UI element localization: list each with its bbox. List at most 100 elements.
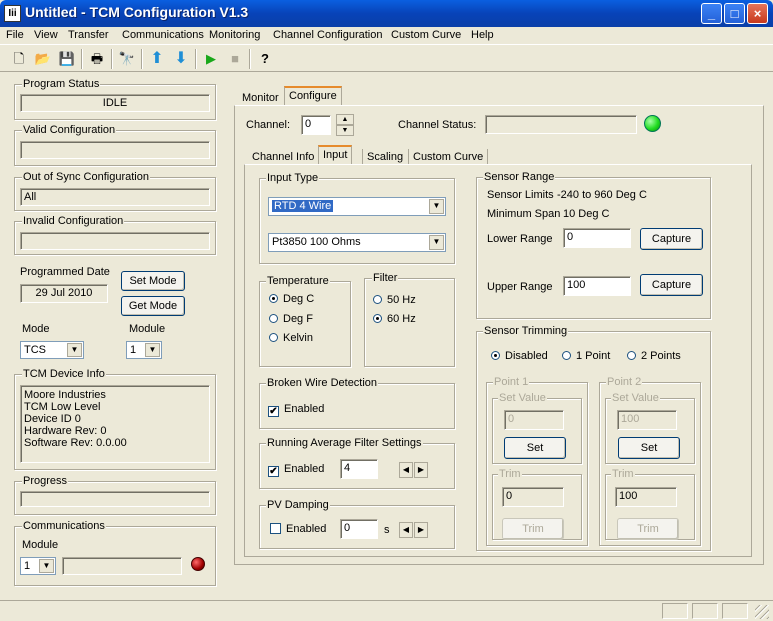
pv-damping-unit: s [384,524,390,536]
program-status-value: IDLE [20,94,210,112]
point1-set-button[interactable]: Set [504,437,566,459]
radio-dot [269,294,278,303]
rtd-curve-select[interactable]: Pt3850 100 Ohms ▼ [268,233,446,252]
running-average-checkbox[interactable]: ✔ Enabled [268,463,324,477]
minimum-span-label: Minimum Span [487,208,561,220]
window-title: Untitled - TCM Configuration V1.3 [25,4,249,20]
menu-help[interactable]: Help [471,29,494,41]
radio-60hz[interactable]: 60 Hz [373,313,416,325]
pv-damping-enabled-label: Enabled [286,523,327,535]
point2-set-button[interactable]: Set [618,437,680,459]
mode-select-value: TCS [24,344,46,356]
comm-module-label: Module [22,539,59,551]
channel-status-value [485,115,637,134]
radio-trim-1-point-label: 1 Point [576,350,611,362]
running-average-decrease[interactable]: ◀ [399,462,413,478]
new-file-icon[interactable]: 🗋 [10,50,28,68]
chevron-down-icon: ▼ [429,199,444,214]
get-mode-button[interactable]: Get Mode [121,296,185,316]
menu-communications[interactable]: Communications [122,29,204,41]
rtd-curve-value: Pt3850 100 Ohms [272,236,361,248]
valid-configuration-value [20,141,210,159]
help-icon[interactable]: ? [256,50,274,68]
progress-bar [20,491,210,507]
capture-lower-button[interactable]: Capture [640,228,703,250]
invalid-configuration-value [20,232,210,250]
radio-trim-1-point[interactable]: 1 Point [562,350,610,362]
menu-channel-configuration[interactable]: Channel Configuration [273,29,382,41]
point1-trim-button[interactable]: Trim [502,518,564,540]
point1-set-value-input[interactable]: 0 [504,410,564,430]
tab-channel-info[interactable]: Channel Info [248,149,318,165]
mode-select[interactable]: TCS ▼ [20,341,84,359]
binoculars-icon[interactable]: 🔭 [118,50,136,68]
tab-configure[interactable]: Configure [284,86,342,106]
radio-kelvin[interactable]: Kelvin [269,332,313,344]
menu-monitoring[interactable]: Monitoring [209,29,260,41]
running-average-label: Running Average Filter Settings [266,437,423,449]
upload-arrow-icon[interactable]: ⬆ [148,50,166,68]
radio-trim-disabled[interactable]: Disabled [491,350,548,362]
resize-grip[interactable] [755,605,769,619]
tab-monitor[interactable]: Monitor [238,90,283,106]
chevron-down-icon: ▼ [145,343,160,357]
module-label: Module [129,323,166,335]
broken-wire-enabled-label: Enabled [284,403,325,415]
minimize-button[interactable]: _ [701,3,722,24]
tab-input[interactable]: Input [318,145,353,165]
running-average-input[interactable]: 4 [340,459,378,479]
chevron-down-icon: ▼ [67,343,82,357]
broken-wire-label: Broken Wire Detection [266,377,379,389]
close-button[interactable]: × [747,3,768,24]
pv-damping-input[interactable]: 0 [340,519,378,539]
device-info-line: Moore Industries [24,389,106,401]
pv-damping-decrease[interactable]: ◀ [399,522,413,538]
comm-module-value: 1 [24,560,31,572]
radio-trim-2-points-label: 2 Points [641,350,681,362]
maximize-button[interactable]: □ [724,3,745,24]
radio-50hz[interactable]: 50 Hz [373,294,416,306]
radio-deg-c[interactable]: Deg C [269,293,314,305]
tab-custom-curve[interactable]: Custom Curve [408,149,489,165]
pv-damping-checkbox[interactable]: Enabled [270,523,326,535]
download-arrow-icon[interactable]: ⬇ [172,50,190,68]
device-info-line: Software Rev: 0.0.00 [24,437,127,449]
point2-trim-button[interactable]: Trim [617,518,679,540]
module-select[interactable]: 1 ▼ [126,341,162,359]
radio-dot [269,333,278,342]
play-icon[interactable]: ▶ [202,50,220,68]
channel-spin-down[interactable]: ▼ [336,125,354,136]
pv-damping-increase[interactable]: ▶ [414,522,428,538]
channel-input[interactable]: 0 [301,115,331,135]
communications-label: Communications [22,520,106,532]
radio-dot [491,351,500,360]
stop-icon[interactable]: ■ [226,50,244,68]
toolbar: 🗋 📂 💾 🖶 🔭 ⬆ ⬇ ▶ ■ ? [0,46,773,72]
save-icon[interactable]: 💾 [58,50,76,68]
running-average-increase[interactable]: ▶ [414,462,428,478]
open-folder-icon[interactable]: 📂 [34,50,52,68]
point1-trim-value: 0 [502,487,564,507]
radio-kelvin-label: Kelvin [283,332,313,344]
point2-set-value-input[interactable]: 100 [617,410,677,430]
menu-transfer[interactable]: Transfer [68,29,109,41]
broken-wire-checkbox[interactable]: ✔ Enabled [268,403,324,417]
menu-custom-curve[interactable]: Custom Curve [391,29,461,41]
radio-trim-2-points[interactable]: 2 Points [627,350,681,362]
radio-deg-f[interactable]: Deg F [269,313,313,325]
print-icon[interactable]: 🖶 [88,50,106,68]
out-of-sync-label: Out of Sync Configuration [22,171,150,183]
tab-scaling[interactable]: Scaling [362,149,407,165]
menu-view[interactable]: View [34,29,58,41]
comm-module-select[interactable]: 1 ▼ [20,557,56,575]
upper-range-input[interactable]: 100 [563,276,631,296]
set-mode-button[interactable]: Set Mode [121,271,185,291]
minimum-span-value: 10 Deg C [563,208,610,220]
sensor-type-select[interactable]: RTD 4 Wire ▼ [268,197,446,216]
menu-file[interactable]: File [6,29,24,41]
channel-spin-up[interactable]: ▲ [336,114,354,125]
lower-range-input[interactable]: 0 [563,228,631,248]
sensor-limits-value: -240 to 960 Deg C [557,189,647,201]
capture-upper-button[interactable]: Capture [640,274,703,296]
sensor-limits-label: Sensor Limits [487,189,554,201]
